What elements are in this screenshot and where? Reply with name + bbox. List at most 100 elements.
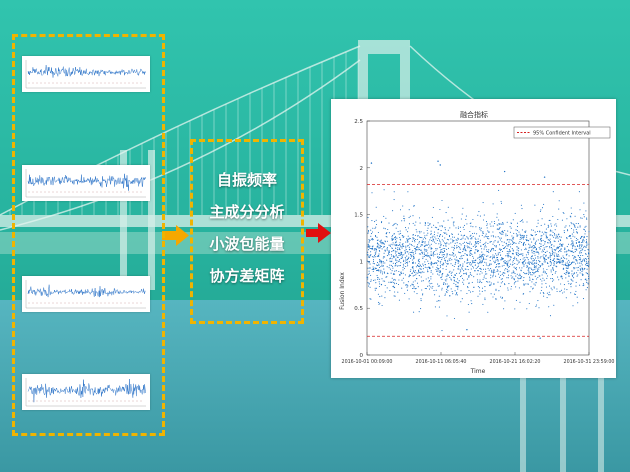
data-point [577,266,579,268]
data-point [380,242,382,244]
data-point [403,245,405,247]
data-point [531,268,533,271]
data-point [464,234,466,236]
data-point [531,246,533,248]
data-point [568,271,570,274]
data-point [425,255,427,257]
data-point [453,255,455,257]
data-point [427,277,429,279]
outlier-point [439,164,441,166]
data-point [561,263,563,265]
data-point [423,271,425,273]
data-point [537,271,539,273]
data-point [428,243,430,245]
data-point [489,281,491,283]
data-point [451,274,453,276]
data-point [452,240,454,242]
data-point [564,264,566,266]
data-point [477,265,480,267]
data-point [546,297,548,299]
data-point [412,237,414,239]
data-point [426,255,428,257]
data-point [476,266,478,268]
data-point [412,281,414,283]
data-point [476,249,478,251]
data-point [474,249,476,251]
data-point [459,247,461,249]
data-point [533,272,535,274]
data-point [382,271,384,273]
data-point [379,296,381,298]
data-point [566,265,568,267]
data-point [394,250,396,252]
data-point [540,289,542,292]
data-point [410,244,412,246]
data-point [469,261,471,263]
data-point [455,284,457,286]
data-point [427,285,429,287]
data-point [541,218,543,220]
data-point [483,244,485,246]
waveform-plot [25,60,146,89]
data-point [584,233,586,235]
data-point [505,235,507,237]
data-point [458,238,460,240]
data-point [438,295,440,297]
data-point [528,272,530,274]
data-point [561,261,563,263]
data-point [508,239,510,241]
data-point [408,237,410,239]
data-point [578,247,580,249]
data-point [449,276,451,278]
data-point [438,243,440,245]
data-point [569,236,571,238]
data-point [521,229,523,231]
data-point [416,282,419,284]
data-point [413,291,415,293]
data-point [464,245,466,247]
data-point [535,249,537,251]
data-point [505,233,507,235]
data-point [506,268,508,270]
data-point [523,243,525,245]
data-point [484,244,486,246]
data-point [461,238,463,240]
data-point [473,261,475,263]
data-point [503,241,505,243]
data-point [512,261,514,263]
data-point [438,257,440,259]
data-point [489,284,491,286]
data-point [407,258,409,260]
data-point [392,250,394,252]
data-point [581,271,583,273]
data-point [550,278,552,280]
data-point [568,255,570,257]
data-point [471,238,473,240]
data-point [368,267,370,269]
data-point [405,229,407,231]
data-point [542,239,544,241]
data-point [388,251,390,253]
data-point [575,248,577,250]
data-point [501,257,503,259]
data-point [490,248,493,250]
data-point [543,293,545,295]
data-point [444,232,446,234]
data-point [533,239,535,241]
data-point [427,260,429,262]
data-point [569,235,571,237]
data-point [584,226,586,228]
data-point [542,255,544,257]
data-point [531,241,533,243]
data-point [565,272,567,274]
data-point [412,256,415,258]
data-point [418,261,421,263]
data-point [418,217,421,219]
data-point [550,223,552,225]
data-point [575,256,577,258]
data-point [374,227,376,229]
data-point [474,244,476,246]
data-point [455,280,457,283]
data-point [416,246,418,249]
data-point [445,261,447,263]
